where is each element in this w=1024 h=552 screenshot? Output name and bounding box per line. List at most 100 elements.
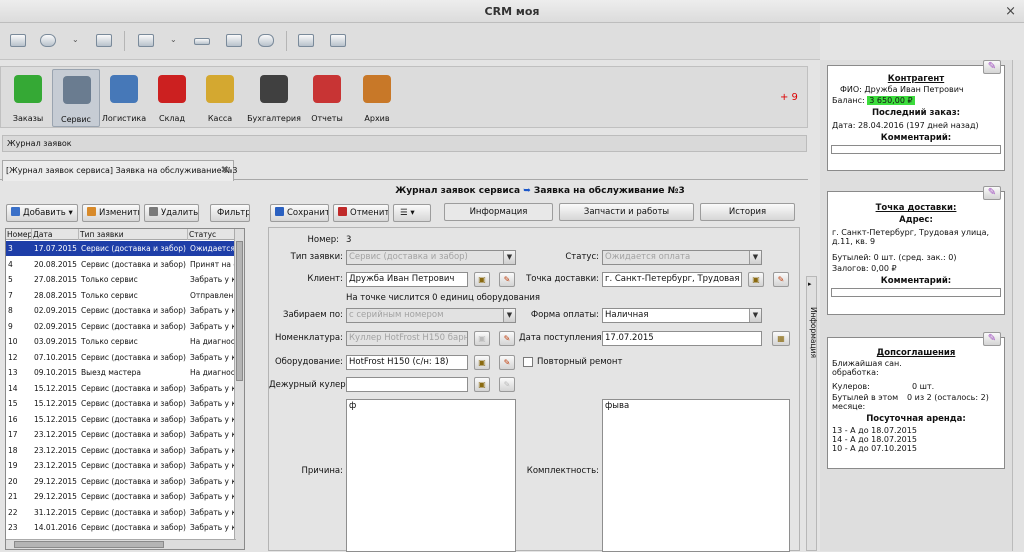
type-select[interactable]: Сервис (доставка и забор) ▼: [346, 250, 516, 265]
balance-row: Баланс: 3 650,00 ₽: [828, 95, 1004, 106]
chevron-down-icon[interactable]: ⌄: [170, 35, 177, 44]
table-row[interactable]: 5 27.08.2015 Только сервис Забрать у к: [6, 272, 236, 287]
module-warehouse[interactable]: Склад: [148, 69, 196, 127]
info-side-tab[interactable]: ▸ Информация: [806, 276, 818, 551]
display-icon[interactable]: [226, 34, 242, 47]
table-cell: На диагност: [190, 337, 236, 346]
pickup-select[interactable]: с серийным номером ▼: [346, 308, 516, 323]
folder-icon[interactable]: ▣: [474, 331, 490, 346]
module-service[interactable]: Сервис: [52, 69, 100, 127]
client-field[interactable]: Дружба Иван Петрович: [346, 272, 468, 287]
edit-icon[interactable]: ✎: [499, 355, 515, 370]
table-cell: 23: [8, 523, 18, 532]
nomenclature-field[interactable]: Куллер HotFrost H150 барн: [346, 331, 468, 346]
cooler-field[interactable]: [346, 377, 468, 392]
table-row[interactable]: 10 03.09.2015 Только сервис На диагност: [6, 334, 236, 349]
tab-info[interactable]: Информация: [444, 203, 553, 221]
completeness-textarea[interactable]: фыва: [602, 399, 790, 552]
client-label: Клиент:: [307, 274, 343, 284]
table-row[interactable]: 9 02.09.2015 Сервис (доставка и забор) Забр…: [6, 319, 236, 334]
column-header[interactable]: Номер: [6, 229, 32, 240]
table-row[interactable]: 20 29.12.2015 Сервис (доставка и забор) Заб…: [6, 474, 236, 489]
tab-parts[interactable]: Запчасти и работы: [559, 203, 694, 221]
folder-icon[interactable]: ▣: [474, 272, 490, 287]
table-row[interactable]: 22 31.12.2015 Сервис (доставка и забор) Заб…: [6, 505, 236, 520]
module-accounting[interactable]: Бухгалтерия: [247, 69, 301, 127]
pin-icon[interactable]: ✎: [983, 60, 1001, 74]
status-select[interactable]: Ожидается оплата ▼: [602, 250, 762, 265]
gear-icon[interactable]: [258, 34, 274, 47]
module-cash[interactable]: Касса: [196, 69, 244, 127]
column-header[interactable]: Тип заявки: [79, 229, 188, 240]
menu-button[interactable]: ☰ ▾: [393, 204, 431, 222]
table-row[interactable]: 12 07.10.2015 Сервис (доставка и забор) Заб…: [6, 350, 236, 365]
tab-history[interactable]: История: [700, 203, 795, 221]
notification-badge[interactable]: + 9: [780, 92, 798, 103]
tab-service-request[interactable]: [Журнал заявок сервиса] Заявка на обслуж…: [2, 160, 237, 181]
table-cell: 10: [8, 337, 18, 346]
menu-icon: ☰: [400, 208, 408, 218]
breadcrumb-parent[interactable]: Журнал заявок сервиса: [395, 186, 520, 196]
payment-select[interactable]: Наличная ▼: [602, 308, 762, 323]
pin-icon[interactable]: ✎: [983, 186, 1001, 200]
module-archive[interactable]: Архив: [353, 69, 401, 127]
filter-button[interactable]: Фильтр: [210, 204, 250, 222]
table-row[interactable]: 14 15.12.2015 Сервис (доставка и забор) Заб…: [6, 381, 236, 396]
calendar-icon[interactable]: ▦: [772, 331, 790, 346]
table-row[interactable]: 21 29.12.2015 Сервис (доставка и забор) Заб…: [6, 489, 236, 504]
table-row[interactable]: 17 23.12.2015 Сервис (доставка и забор) Заб…: [6, 427, 236, 442]
equipment-field[interactable]: HotFrost H150 (с/н: 18): [346, 355, 468, 370]
table-row[interactable]: 4 20.08.2015 Сервис (доставка и забор) Прин…: [6, 257, 236, 272]
minus-icon[interactable]: [194, 38, 210, 45]
delivery-field[interactable]: г. Санкт-Петербург, Трудовая улиц: [602, 272, 742, 287]
plug-icon[interactable]: [330, 34, 346, 47]
requests-table[interactable]: Номер Дата Тип заявки Статус 3 17.07.2015…: [5, 228, 245, 550]
close-icon[interactable]: ✖: [221, 161, 229, 181]
reason-textarea[interactable]: ф: [346, 399, 516, 552]
repeat-repair-checkbox[interactable]: [523, 357, 533, 367]
module-logistics[interactable]: Логистика: [100, 69, 148, 127]
table-row[interactable]: 7 28.08.2015 Только сервис Отправлен: [6, 288, 236, 303]
edit-icon[interactable]: ✎: [499, 272, 515, 287]
search-icon[interactable]: [138, 34, 154, 47]
date-field[interactable]: 17.07.2015: [602, 331, 762, 346]
module-orders[interactable]: Заказы: [4, 69, 52, 127]
table-row[interactable]: 18 23.12.2015 Сервис (доставка и забор) Заб…: [6, 443, 236, 458]
scroll-thumb[interactable]: [14, 541, 164, 548]
folder-icon[interactable]: ▣: [748, 272, 764, 287]
edit-button[interactable]: Изменить: [82, 204, 140, 222]
table-row[interactable]: 23 14.01.2016 Сервис (доставка и забор) Заб…: [6, 520, 236, 535]
folder-icon[interactable]: ▣: [474, 355, 490, 370]
save-button[interactable]: Сохранить: [270, 204, 329, 222]
edit-icon[interactable]: ✎: [499, 377, 515, 392]
journal-bar[interactable]: Журнал заявок: [2, 135, 807, 152]
pin-icon[interactable]: ✎: [983, 332, 1001, 346]
table-row[interactable]: 3 17.07.2015 Сервис (доставка и забор) Ожид…: [6, 241, 236, 256]
download-icon[interactable]: [298, 34, 314, 47]
cancel-button[interactable]: Отменить: [333, 204, 389, 222]
windows-icon[interactable]: [96, 34, 112, 47]
move-icon[interactable]: [40, 34, 56, 47]
table-hscrollbar[interactable]: [6, 539, 236, 549]
column-header[interactable]: Дата: [32, 229, 79, 240]
table-row[interactable]: 16 15.12.2015 Сервис (доставка и забор) Заб…: [6, 412, 236, 427]
add-button[interactable]: Добавить ▾: [6, 204, 78, 222]
delete-button[interactable]: Удалить: [144, 204, 199, 222]
module-reports[interactable]: Отчеты: [303, 69, 351, 127]
sidebar-scrollbar[interactable]: [1012, 60, 1024, 551]
table-vscrollbar[interactable]: [234, 229, 244, 549]
window-icon[interactable]: [10, 34, 26, 47]
table-row[interactable]: 19 23.12.2015 Сервис (доставка и забор) Заб…: [6, 458, 236, 473]
window-close-button[interactable]: ×: [1005, 0, 1016, 23]
edit-icon[interactable]: ✎: [499, 331, 515, 346]
table-row[interactable]: 13 09.10.2015 Выезд мастера На диагност: [6, 365, 236, 380]
chevron-down-icon[interactable]: ⌄: [72, 35, 79, 44]
table-row[interactable]: 15 15.12.2015 Сервис (доставка и забор) Заб…: [6, 396, 236, 411]
column-header[interactable]: Статус: [188, 229, 236, 240]
table-row[interactable]: 8 02.09.2015 Сервис (доставка и забор) Забр…: [6, 303, 236, 318]
scroll-thumb[interactable]: [236, 241, 243, 381]
trash-icon: [149, 207, 158, 216]
folder-icon[interactable]: ▣: [474, 377, 490, 392]
equipment-label: Оборудование:: [274, 357, 343, 367]
edit-icon[interactable]: ✎: [773, 272, 789, 287]
